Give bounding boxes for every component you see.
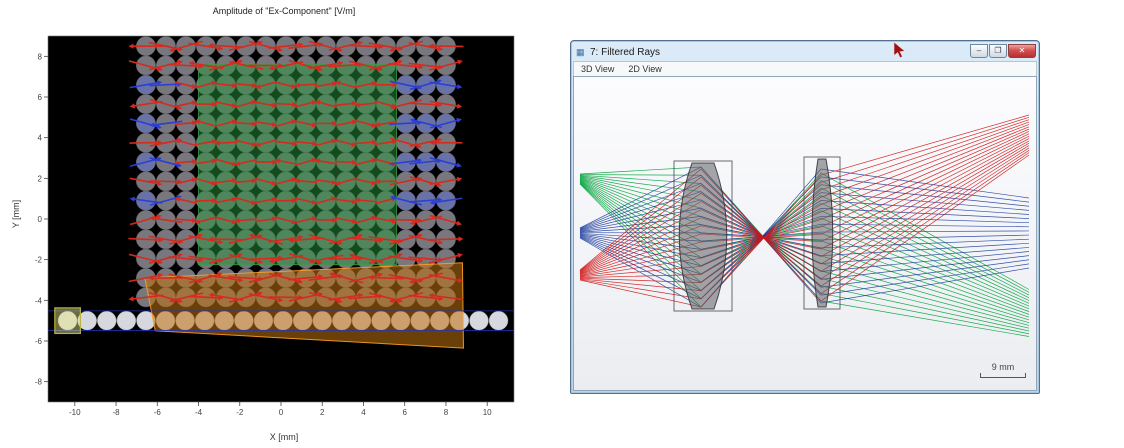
scale-bar-label: 9 mm bbox=[980, 362, 1026, 372]
svg-text:-2: -2 bbox=[236, 408, 244, 417]
window-controls: – ❐ ✕ bbox=[970, 44, 1036, 58]
svg-text:8: 8 bbox=[38, 52, 43, 61]
window-titlebar[interactable]: ▦ 7: Filtered Rays – ❐ ✕ bbox=[573, 43, 1037, 61]
svg-text:4: 4 bbox=[361, 408, 366, 417]
plot-title: Amplitude of "Ex-Component" [V/m] bbox=[16, 4, 522, 18]
svg-text:-10: -10 bbox=[69, 408, 81, 417]
filtered-rays-window: ▦ 7: Filtered Rays – ❐ ✕ 3D View 2D View… bbox=[570, 40, 1040, 394]
svg-text:-6: -6 bbox=[154, 408, 162, 417]
ray-canvas[interactable]: 9 mm bbox=[573, 76, 1037, 391]
svg-text:2: 2 bbox=[320, 408, 325, 417]
x-axis-label: X [mm] bbox=[16, 432, 522, 442]
maximize-button[interactable]: ❐ bbox=[989, 44, 1007, 58]
svg-text:4: 4 bbox=[38, 134, 43, 143]
svg-text:-4: -4 bbox=[195, 408, 203, 417]
svg-text:6: 6 bbox=[38, 93, 43, 102]
mouse-cursor-icon bbox=[893, 42, 908, 60]
window-icon: ▦ bbox=[576, 47, 586, 57]
svg-text:0: 0 bbox=[279, 408, 284, 417]
svg-text:2: 2 bbox=[38, 174, 43, 183]
svg-text:-8: -8 bbox=[35, 378, 43, 387]
scale-bar-line bbox=[980, 373, 1026, 378]
tab-3d-view[interactable]: 3D View bbox=[574, 63, 621, 75]
desktop: Amplitude of "Ex-Component" [V/m] -10-8-… bbox=[0, 0, 1124, 448]
svg-text:-8: -8 bbox=[112, 408, 120, 417]
close-button[interactable]: ✕ bbox=[1008, 44, 1036, 58]
svg-text:-2: -2 bbox=[35, 256, 43, 265]
svg-text:-6: -6 bbox=[35, 337, 43, 346]
tab-2d-view[interactable]: 2D View bbox=[621, 63, 668, 75]
y-axis-label: Y [mm] bbox=[11, 200, 21, 228]
scale-bar: 9 mm bbox=[980, 362, 1026, 378]
svg-text:10: 10 bbox=[483, 408, 492, 417]
view-tabbar: 3D View 2D View bbox=[573, 61, 1037, 76]
svg-text:6: 6 bbox=[402, 408, 407, 417]
plot-canvas[interactable]: -10 -8 -6 -4 -2 0 2 4 6 8 10 8 6 4 2 0 -2 -4 -6 -8 bbox=[16, 20, 520, 424]
plot-svg[interactable]: -10 -8 -6 -4 -2 0 2 4 6 8 10 8 6 4 2 0 -2 -4 -6 -8 bbox=[16, 20, 520, 424]
minimize-button[interactable]: – bbox=[970, 44, 988, 58]
svg-text:0: 0 bbox=[38, 215, 43, 224]
field-amplitude-plot: Amplitude of "Ex-Component" [V/m] -10-8-… bbox=[16, 4, 522, 444]
svg-text:-4: -4 bbox=[35, 296, 43, 305]
svg-text:8: 8 bbox=[444, 408, 449, 417]
rays-svg[interactable] bbox=[574, 77, 1036, 390]
window-title: 7: Filtered Rays bbox=[586, 47, 970, 58]
